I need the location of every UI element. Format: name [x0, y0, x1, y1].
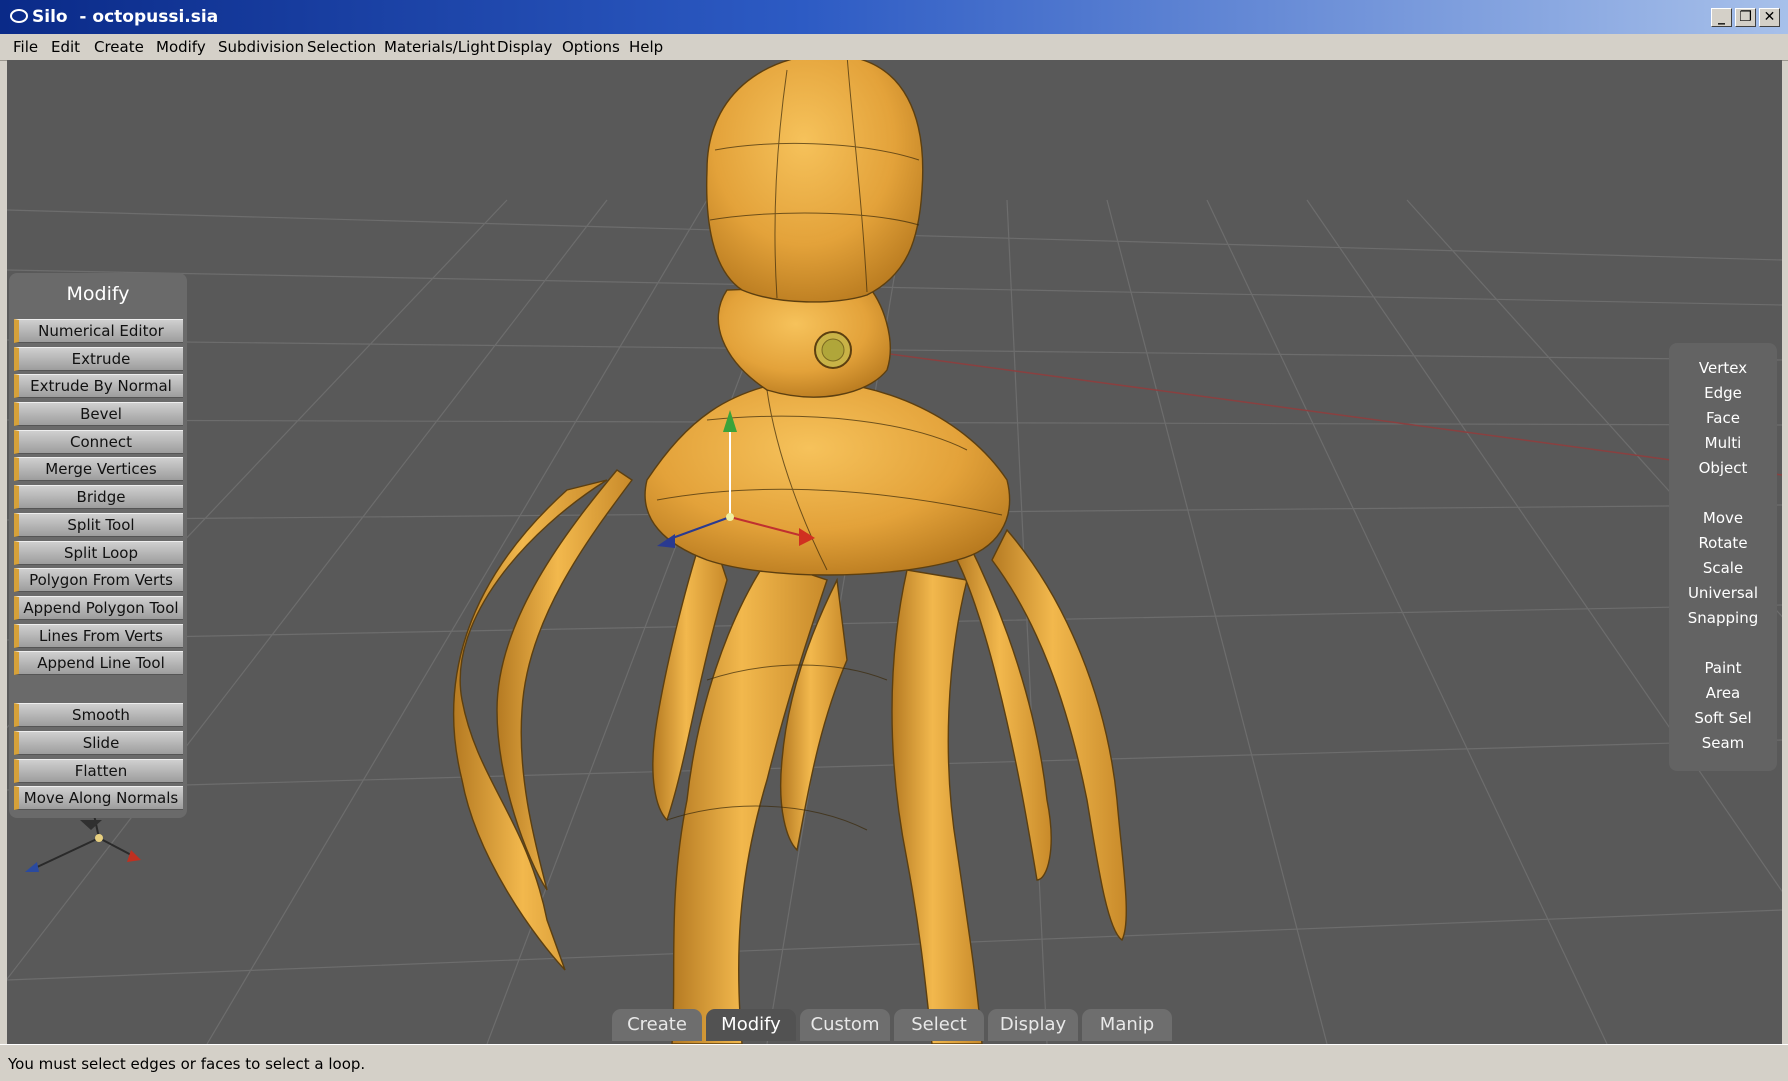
menu-subdivision[interactable]: Subdivision — [218, 36, 304, 58]
selection-panel: Vertex Edge Face Multi Object Move Rotat… — [1669, 343, 1777, 771]
modify-panel-title: Modify — [66, 283, 130, 305]
edge-mode-button[interactable]: Edge — [1669, 384, 1777, 402]
restore-icon[interactable]: ❐ — [1735, 8, 1756, 27]
octopus-model — [452, 60, 1127, 1044]
close-icon[interactable]: ✕ — [1759, 8, 1780, 27]
append-polygon-tool-button[interactable]: Append Polygon Tool — [14, 596, 183, 620]
move-along-normals-button[interactable]: Move Along Normals — [14, 786, 183, 810]
tab-manip[interactable]: Manip — [1082, 1009, 1172, 1041]
vertex-mode-button[interactable]: Vertex — [1669, 359, 1777, 377]
soft-sel-button[interactable]: Soft Sel — [1669, 709, 1777, 727]
polygon-from-verts-button[interactable]: Polygon From Verts — [14, 568, 183, 592]
bridge-button[interactable]: Bridge — [14, 485, 183, 509]
extrude-by-normal-button[interactable]: Extrude By Normal — [14, 374, 183, 398]
seam-button[interactable]: Seam — [1669, 734, 1777, 752]
split-loop-button[interactable]: Split Loop — [14, 541, 183, 565]
extrude-button[interactable]: Extrude — [14, 347, 183, 371]
face-mode-button[interactable]: Face — [1669, 409, 1777, 427]
tab-modify[interactable]: Modify — [706, 1009, 796, 1041]
menu-bar: File Edit Create Modify Subdivision Sele… — [0, 34, 1788, 61]
split-tool-button[interactable]: Split Tool — [14, 513, 183, 537]
expand-arrow-icon[interactable] — [80, 820, 102, 830]
connect-button[interactable]: Connect — [14, 430, 183, 454]
paint-button[interactable]: Paint — [1669, 659, 1777, 677]
title-bar: Silo - octopussi.sia _ ❐ ✕ — [0, 0, 1788, 34]
viewport-scene — [7, 60, 1782, 1044]
universal-button[interactable]: Universal — [1669, 584, 1777, 602]
minimize-icon[interactable]: _ — [1711, 8, 1732, 27]
menu-materials-light[interactable]: Materials/Light — [384, 36, 495, 58]
lines-from-verts-button[interactable]: Lines From Verts — [14, 624, 183, 648]
flatten-button[interactable]: Flatten — [14, 759, 183, 783]
bevel-button[interactable]: Bevel — [14, 402, 183, 426]
tab-custom[interactable]: Custom — [800, 1009, 890, 1041]
menu-display[interactable]: Display — [497, 36, 552, 58]
ground-grid — [7, 199, 1782, 1044]
append-line-tool-button[interactable]: Append Line Tool — [14, 651, 183, 675]
move-button[interactable]: Move — [1669, 509, 1777, 527]
slide-button[interactable]: Slide — [14, 731, 183, 755]
snapping-button[interactable]: Snapping — [1669, 609, 1777, 627]
modify-panel: Modify Numerical Editor Extrude Extrude … — [9, 273, 187, 818]
menu-options[interactable]: Options — [562, 36, 620, 58]
merge-vertices-button[interactable]: Merge Vertices — [14, 457, 183, 481]
multi-mode-button[interactable]: Multi — [1669, 434, 1777, 452]
menu-edit[interactable]: Edit — [51, 36, 80, 58]
menu-file[interactable]: File — [13, 36, 38, 58]
tab-display[interactable]: Display — [988, 1009, 1078, 1041]
status-bar: You must select edges or faces to select… — [0, 1044, 1788, 1081]
menu-help[interactable]: Help — [629, 36, 663, 58]
rotate-button[interactable]: Rotate — [1669, 534, 1777, 552]
3d-viewport[interactable] — [7, 60, 1782, 1044]
area-button[interactable]: Area — [1669, 684, 1777, 702]
scale-button[interactable]: Scale — [1669, 559, 1777, 577]
menu-modify[interactable]: Modify — [156, 36, 206, 58]
tab-select[interactable]: Select — [894, 1009, 984, 1041]
smooth-button[interactable]: Smooth — [14, 703, 183, 727]
menu-create[interactable]: Create — [94, 36, 144, 58]
window-title: Silo - octopussi.sia — [32, 7, 219, 27]
panel-tabs: Create Modify Custom Select Display Mani… — [612, 1009, 1176, 1043]
app-icon[interactable] — [10, 9, 28, 23]
numerical-editor-button[interactable]: Numerical Editor — [14, 319, 183, 343]
object-mode-button[interactable]: Object — [1669, 459, 1777, 477]
menu-selection[interactable]: Selection — [307, 36, 376, 58]
status-message: You must select edges or faces to select… — [8, 1055, 366, 1073]
tab-create[interactable]: Create — [612, 1009, 702, 1041]
